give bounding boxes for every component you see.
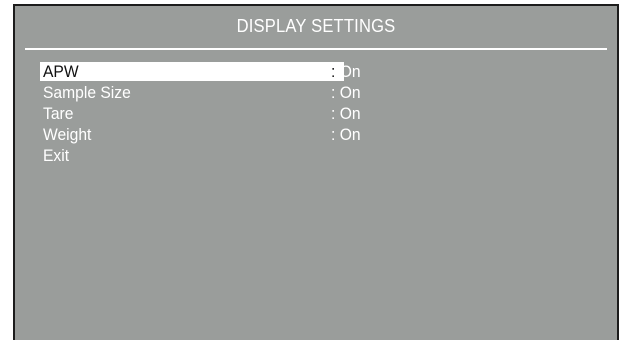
- settings-menu: APW : On Sample Size : On Tare : On Weig…: [40, 61, 375, 166]
- menu-item-label: Exit: [43, 146, 70, 165]
- selection-highlight: [40, 62, 344, 81]
- value-separator: :: [331, 125, 336, 144]
- menu-item-value: : On: [331, 61, 361, 82]
- value-separator: :: [331, 62, 336, 81]
- menu-item-label: Tare: [43, 104, 74, 123]
- screen-title: DISPLAY SETTINGS: [236, 16, 396, 36]
- value-text: On: [339, 62, 361, 81]
- menu-item-value: : On: [331, 82, 361, 103]
- value-separator: :: [331, 104, 336, 123]
- menu-item-apw[interactable]: APW : On: [40, 61, 375, 82]
- menu-item-label: Sample Size: [43, 83, 131, 102]
- menu-item-tare[interactable]: Tare : On: [40, 103, 375, 124]
- title-divider: [25, 48, 607, 50]
- menu-item-sample-size[interactable]: Sample Size : On: [40, 82, 375, 103]
- menu-item-label: Weight: [43, 125, 92, 144]
- menu-item-value: : On: [331, 124, 361, 145]
- menu-item-label: APW: [43, 62, 79, 81]
- value-text: On: [339, 104, 361, 123]
- menu-item-value: : On: [331, 103, 361, 124]
- menu-item-weight[interactable]: Weight : On: [40, 124, 375, 145]
- menu-item-exit[interactable]: Exit: [40, 145, 375, 166]
- value-text: On: [339, 125, 361, 144]
- value-separator: :: [331, 83, 336, 102]
- value-text: On: [339, 83, 361, 102]
- display-screen: DISPLAY SETTINGS APW : On Sample Size : …: [13, 4, 619, 340]
